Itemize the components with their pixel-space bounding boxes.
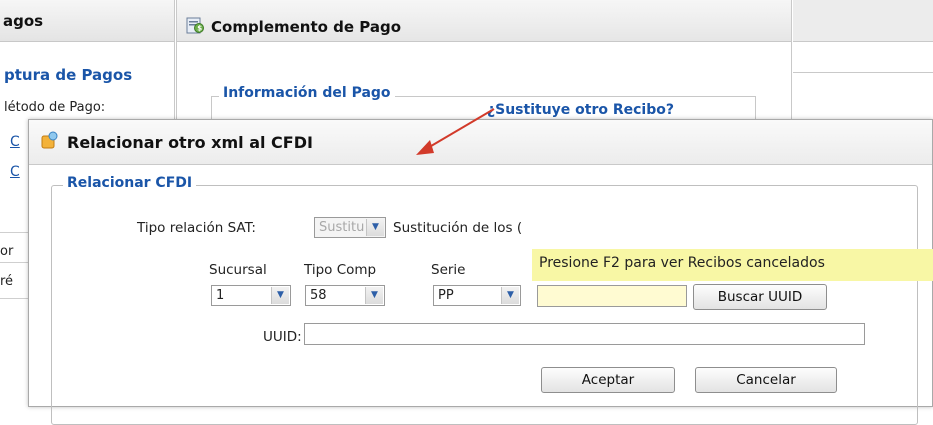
tipo-comp-label: Tipo Comp [304, 262, 377, 278]
serie-label: Serie [431, 262, 466, 278]
background-link-1[interactable]: C [10, 134, 20, 150]
background-window-title: agos [0, 0, 174, 42]
search-folio-input[interactable] [537, 285, 687, 307]
serie-select[interactable]: PP ▼ [433, 285, 521, 306]
tipo-comp-select[interactable]: 58 ▼ [305, 285, 385, 306]
xml-relation-icon [41, 131, 59, 153]
sucursal-value: 1 [216, 288, 225, 303]
annotation-arrow-icon [416, 108, 495, 155]
background-row-text-1: or [0, 244, 14, 259]
chevron-down-icon: ▼ [501, 287, 519, 304]
captura-pagos-title: ptura de Pagos [4, 66, 133, 84]
background-row-text-2: ré [0, 274, 14, 289]
f2-hint-tooltip: Presione F2 para ver Recibos cancelados [532, 249, 933, 281]
dialog-title: Relacionar otro xml al CFDI [67, 132, 313, 152]
aceptar-button[interactable]: Aceptar [541, 367, 675, 393]
uuid-input[interactable] [304, 323, 865, 345]
informacion-pago-legend: Información del Pago [219, 85, 395, 101]
payment-document-icon: $ [185, 15, 205, 39]
chevron-down-icon: ▼ [366, 219, 384, 236]
background-toolbar-strip [793, 0, 933, 42]
background-link-2[interactable]: C [10, 164, 20, 180]
uuid-label: UUID: [263, 329, 302, 345]
chevron-down-icon: ▼ [271, 287, 289, 304]
serie-value: PP [438, 288, 454, 303]
complemento-title-bar: $ Complemento de Pago [177, 0, 791, 42]
tipo-relacion-value: Sustitu [319, 220, 365, 235]
buscar-uuid-button[interactable]: Buscar UUID [693, 284, 827, 310]
sustituye-recibo-link[interactable]: ¿Sustituye otro Recibo? [487, 102, 674, 118]
svg-text:$: $ [197, 24, 202, 32]
tipo-comp-value: 58 [310, 288, 327, 303]
tipo-relacion-label: Tipo relación SAT: [137, 220, 256, 236]
sucursal-select[interactable]: 1 ▼ [211, 285, 291, 306]
relacionar-cfdi-legend: Relacionar CFDI [63, 175, 197, 191]
sucursal-label: Sucursal [209, 262, 267, 278]
divider [793, 72, 933, 73]
tipo-relacion-description: Sustitución de los ( [393, 220, 523, 236]
cancelar-button[interactable]: Cancelar [695, 367, 837, 393]
tipo-relacion-select[interactable]: Sustitu ▼ [314, 217, 386, 238]
chevron-down-icon: ▼ [365, 287, 383, 304]
metodo-pago-label: létodo de Pago: [4, 100, 106, 115]
complemento-title: Complemento de Pago [211, 17, 402, 36]
